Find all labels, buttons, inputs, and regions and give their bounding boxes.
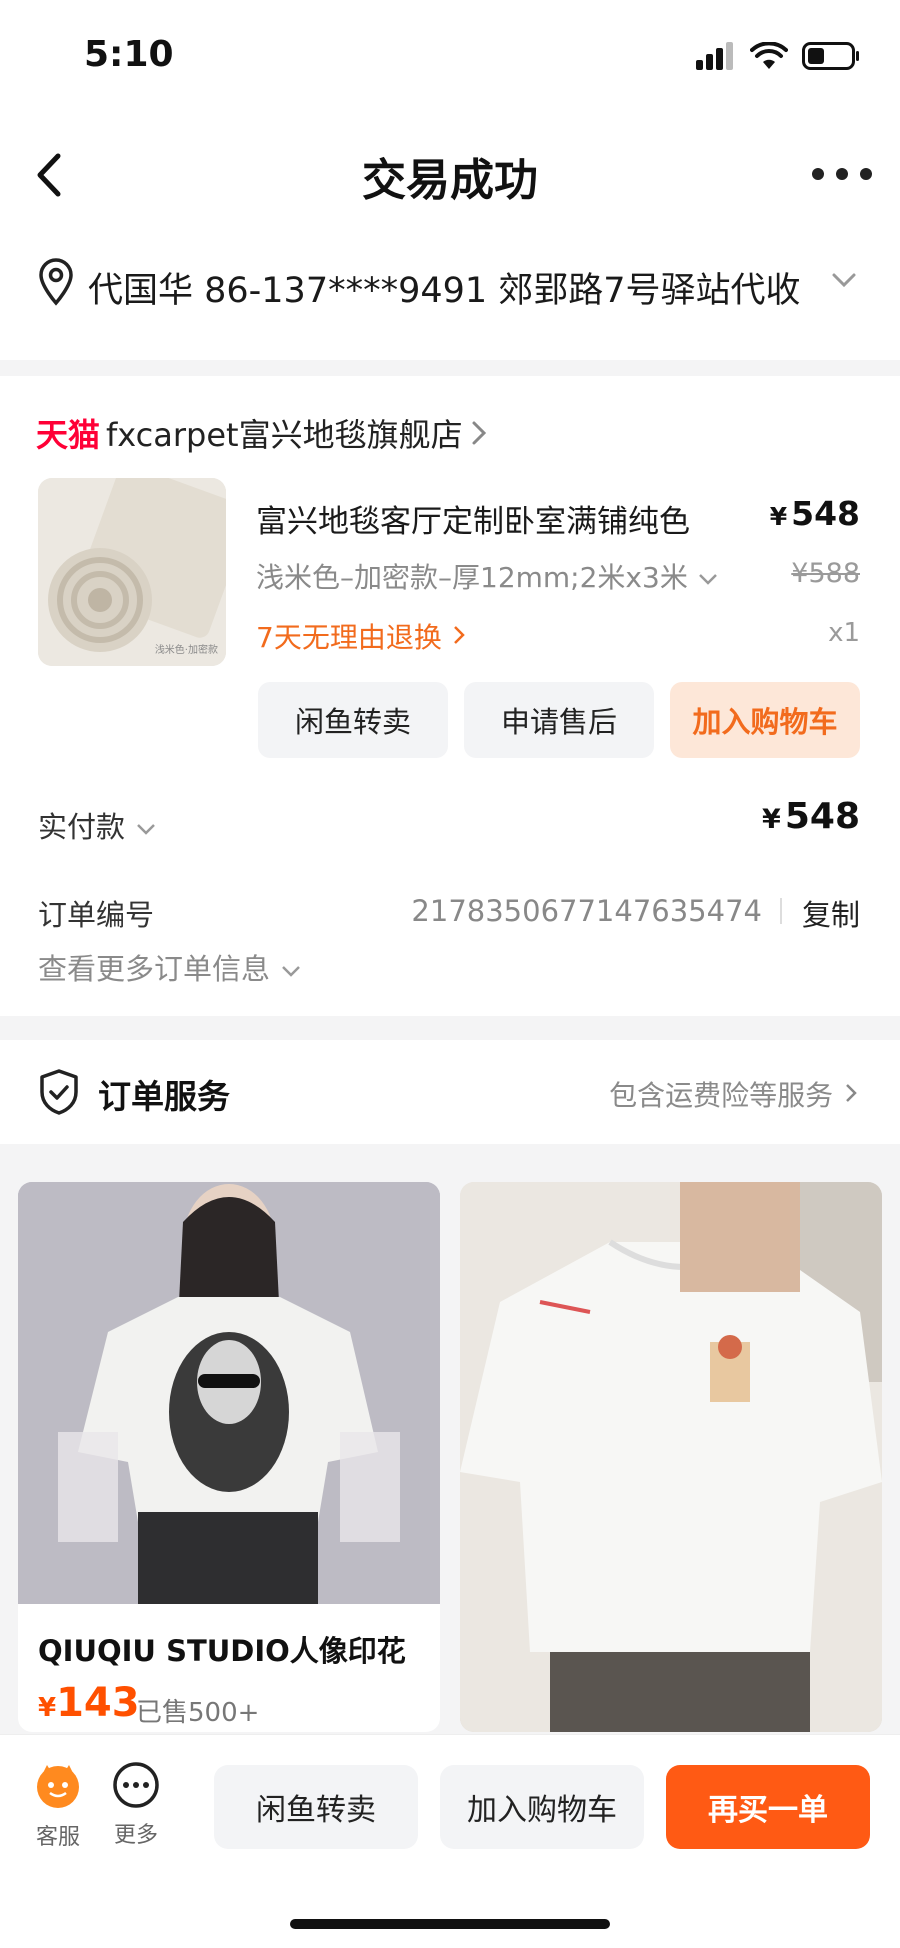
bottom-action-bar: 客服 更多 闲鱼转卖 加入购物车 再买一单 [0, 1734, 900, 1948]
customer-service-icon [37, 1765, 79, 1808]
status-time: 5:10 [84, 34, 174, 75]
service-link[interactable]: 包含运费险等服务 [609, 1074, 860, 1114]
status-icons [696, 42, 860, 70]
product-thumbnail[interactable]: 浅米色·加密款 [38, 478, 226, 666]
original-price: ¥588 [791, 558, 860, 589]
more-label: 更多 [113, 1823, 158, 1848]
tshirt-photo [18, 1182, 440, 1604]
recommendation-card[interactable] [460, 1182, 882, 1732]
thumbnail-caption: 浅米色·加密款 [154, 645, 218, 656]
order-number: 2178350677147635474 [411, 894, 762, 928]
home-indicator[interactable] [290, 1919, 610, 1929]
customer-service-button[interactable]: 客服 [30, 1761, 86, 1851]
divider [780, 898, 782, 924]
nav-header: 交易成功 [0, 110, 900, 240]
add-to-cart-button[interactable]: 加入购物车 [440, 1765, 644, 1849]
customer-service-label: 客服 [35, 1825, 80, 1850]
recommendation-price: ¥143 [38, 1680, 140, 1726]
chevron-right-icon [846, 1084, 857, 1102]
chevron-down-icon [282, 966, 301, 977]
chevron-down-icon [698, 574, 717, 585]
resell-button[interactable]: 闲鱼转卖 [214, 1765, 418, 1849]
recommendation-card[interactable]: QIUQIU STUDIO人像印花 ¥143 已售500+ [18, 1182, 440, 1732]
product-spec[interactable]: 浅米色–加密款–厚12mm;2米x3米 [256, 556, 719, 596]
resell-button[interactable]: 闲鱼转卖 [258, 682, 448, 758]
recommendation-sold: 已售500+ [136, 1698, 260, 1728]
add-to-cart-button[interactable]: 加入购物车 [670, 682, 860, 758]
order-service-row[interactable]: 订单服务 包含运费险等服务 [0, 1040, 900, 1144]
more-button[interactable]: 更多 [108, 1761, 164, 1849]
order-number-label: 订单编号 [38, 898, 155, 932]
paid-label[interactable]: 实付款 [38, 804, 158, 846]
chevron-down-icon [137, 824, 156, 835]
copy-button[interactable]: 复制 [802, 892, 860, 934]
wifi-icon [750, 42, 788, 69]
product-quantity: x1 [828, 618, 860, 648]
chevron-down-icon[interactable] [830, 270, 858, 290]
more-circle-icon [113, 1762, 159, 1808]
after-sales-button[interactable]: 申请售后 [464, 682, 654, 758]
chevron-right-icon [453, 626, 465, 644]
return-policy-tag[interactable]: 7天无理由退换 [256, 616, 467, 656]
product-price: ¥548 [769, 494, 860, 533]
product-name[interactable]: 富兴地毯客厅定制卧室满铺纯色 [256, 496, 690, 541]
status-bar: 5:10 [0, 0, 900, 110]
chevron-right-icon [472, 421, 486, 445]
service-title: 订单服务 [98, 1077, 230, 1116]
page-title: 交易成功 [362, 155, 538, 206]
tmall-badge: 天猫 [36, 416, 101, 454]
store-header[interactable]: 天猫 fxcarpet富兴地毯旗舰店 [36, 410, 489, 456]
store-name: fxcarpet富兴地毯旗舰店 [106, 416, 463, 454]
address-row[interactable]: 代国华 86-137****9491 郊郢路7号驿站代收 [0, 240, 900, 360]
recommendation-title: QIUQIU STUDIO人像印花 [38, 1634, 406, 1668]
address-text: 代国华 86-137****9491 郊郢路7号驿站代收 [88, 271, 801, 311]
buy-again-button[interactable]: 再买一单 [666, 1765, 870, 1849]
battery-icon [802, 42, 859, 70]
paid-amount: ¥548 [762, 796, 860, 837]
order-card: 天猫 fxcarpet富兴地毯旗舰店 浅米色·加密款 富兴地毯客厅定制卧室满铺纯… [0, 376, 900, 1016]
carpet-roll-image [38, 478, 226, 666]
location-pin-icon [39, 258, 73, 306]
signal-icon [696, 42, 733, 70]
product-image [18, 1182, 440, 1604]
shield-check-icon [40, 1069, 78, 1115]
more-order-info[interactable]: 查看更多订单信息 [38, 946, 303, 988]
tshirt-photo [460, 1182, 882, 1732]
more-options-icon[interactable] [812, 154, 872, 194]
